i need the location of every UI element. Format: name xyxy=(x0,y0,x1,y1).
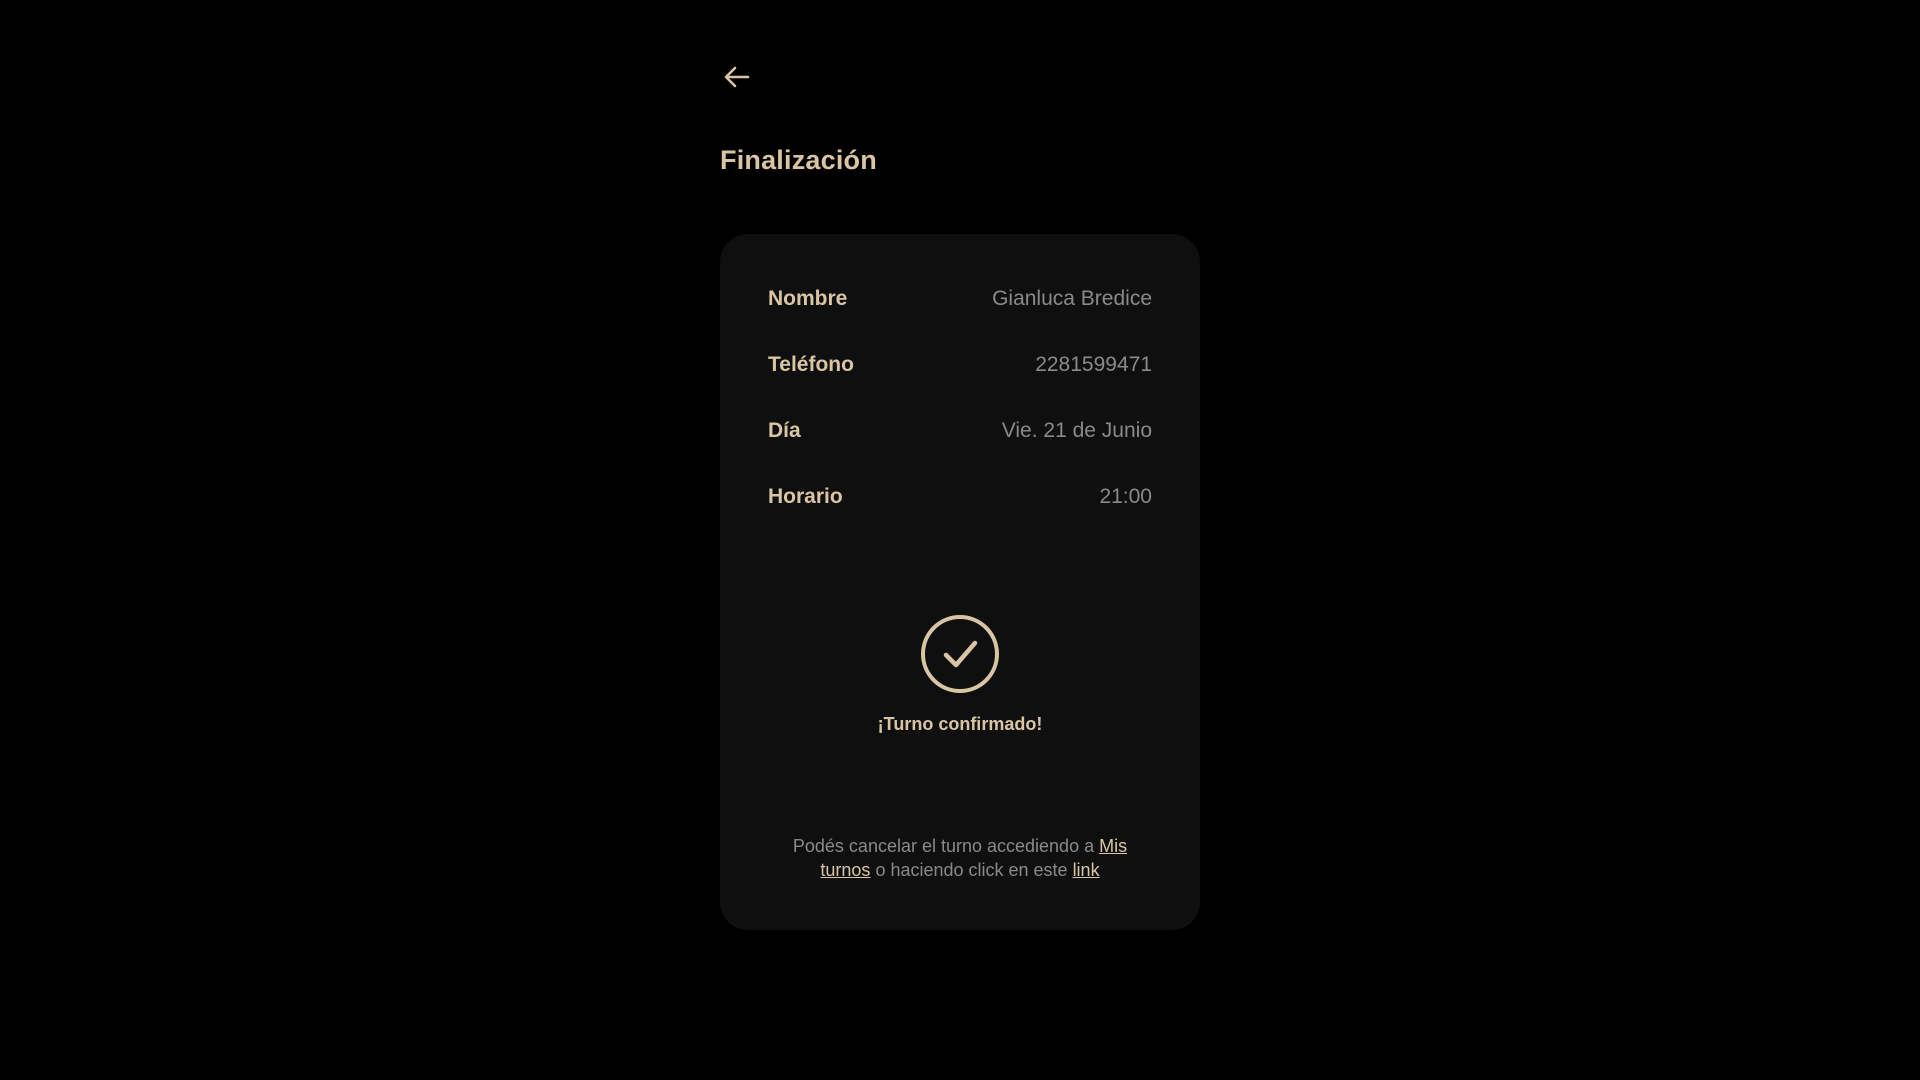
detail-row-dia: Día Vie. 21 de Junio xyxy=(768,414,1152,448)
check-circle-icon xyxy=(921,615,999,693)
detail-value: 2281599471 xyxy=(1035,353,1152,376)
arrow-left-icon xyxy=(724,66,750,88)
page: Finalización Nombre Gianluca Bredice Tel… xyxy=(0,0,1920,1080)
cancel-note-text: o haciendo click en este xyxy=(870,860,1073,880)
detail-label: Nombre xyxy=(768,287,848,310)
detail-label: Teléfono xyxy=(768,353,854,376)
detail-label: Horario xyxy=(768,485,843,508)
detail-value: Vie. 21 de Junio xyxy=(1001,419,1152,442)
detail-value: 21:00 xyxy=(1099,485,1152,508)
summary-card: Nombre Gianluca Bredice Teléfono 2281599… xyxy=(720,234,1200,930)
confirmation-message: ¡Turno confirmado! xyxy=(877,714,1043,734)
back-button[interactable] xyxy=(720,60,754,94)
cancel-link[interactable]: link xyxy=(1073,860,1100,880)
page-title: Finalización xyxy=(720,145,877,175)
details-list: Nombre Gianluca Bredice Teléfono 2281599… xyxy=(768,282,1152,546)
cancel-note: Podés cancelar el turno accediendo a Mis… xyxy=(768,834,1152,882)
detail-row-telefono: Teléfono 2281599471 xyxy=(768,348,1152,382)
detail-label: Día xyxy=(768,419,801,442)
confirmation-block: ¡Turno confirmado! xyxy=(720,614,1200,735)
detail-row-nombre: Nombre Gianluca Bredice xyxy=(768,282,1152,316)
detail-value: Gianluca Bredice xyxy=(992,287,1152,310)
cancel-note-text: Podés cancelar el turno accediendo a xyxy=(792,836,1100,856)
detail-row-horario: Horario 21:00 xyxy=(768,480,1152,514)
